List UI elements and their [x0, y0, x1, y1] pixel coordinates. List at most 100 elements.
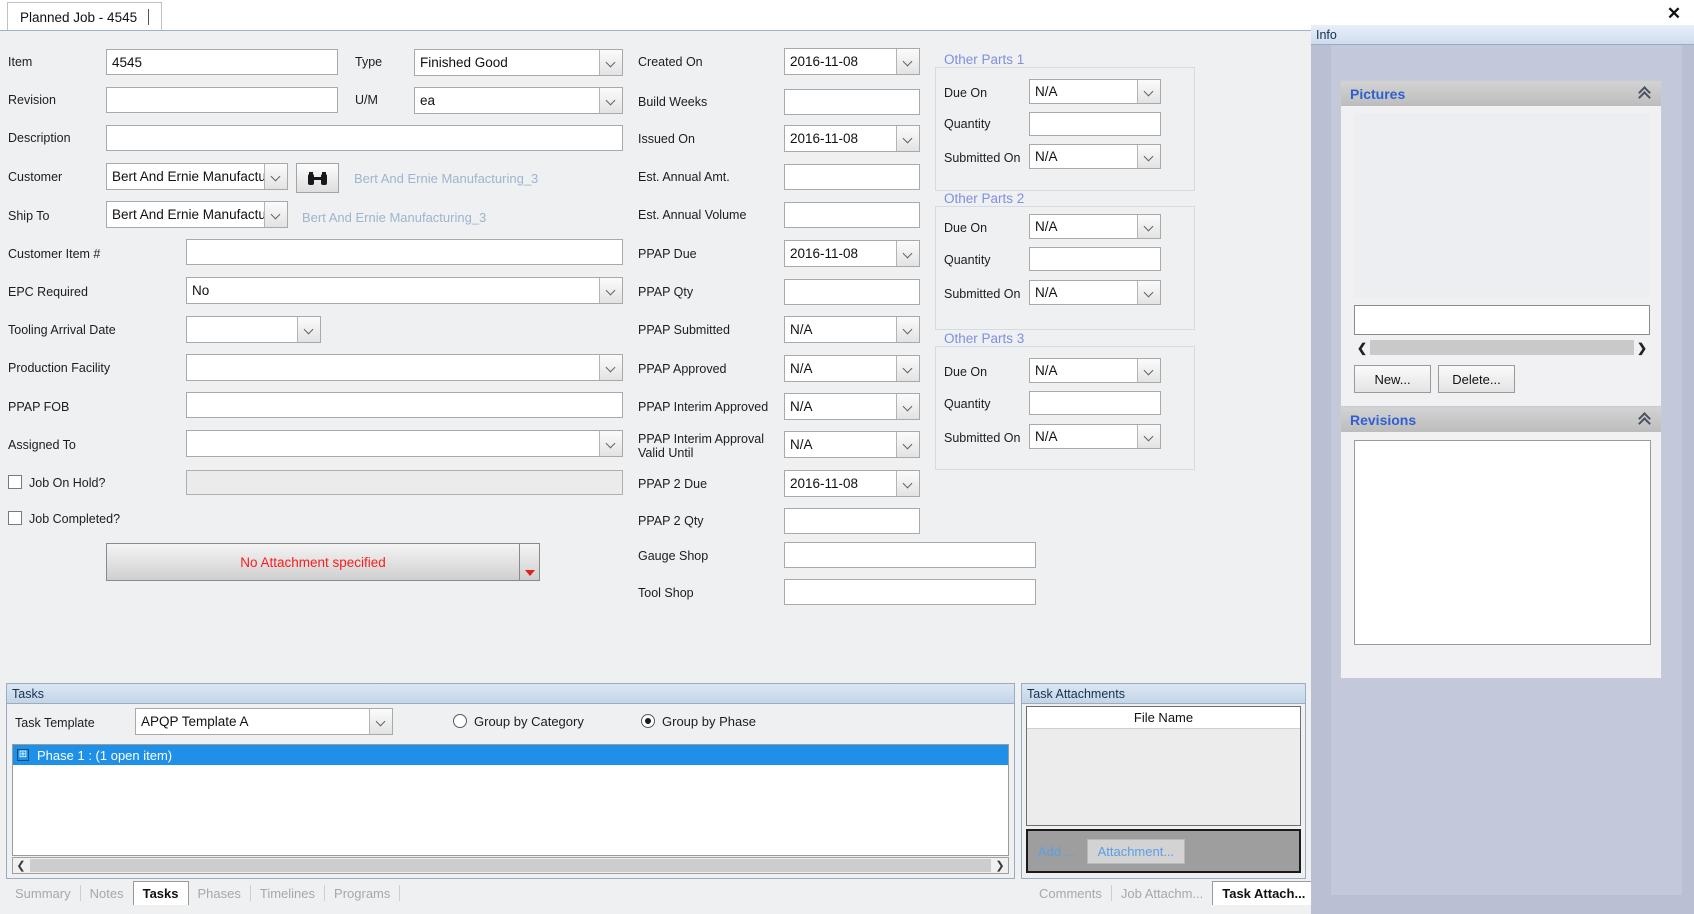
- chevron-down-icon[interactable]: [1137, 215, 1160, 238]
- est-annual-volume-input[interactable]: [784, 202, 920, 228]
- chevron-down-icon[interactable]: [264, 202, 287, 227]
- ppap-submitted-combo[interactable]: N/A: [784, 316, 920, 343]
- info-tab[interactable]: Info: [1311, 25, 1694, 45]
- op1-due-on-combo[interactable]: N/A: [1029, 79, 1161, 104]
- um-combo[interactable]: ea: [414, 87, 623, 114]
- ppap-fob-input[interactable]: [186, 392, 623, 418]
- op1-submitted-on-combo[interactable]: N/A: [1029, 144, 1161, 169]
- scroll-thumb[interactable]: [30, 859, 991, 872]
- tab-tasks[interactable]: Tasks: [132, 881, 189, 905]
- op1-quantity-input[interactable]: [1029, 112, 1161, 136]
- tool-shop-input[interactable]: [784, 579, 1036, 605]
- chevron-up-double-icon[interactable]: [1639, 88, 1652, 99]
- tasks-tree[interactable]: ⊞ Phase 1 : (1 open item): [12, 744, 1009, 856]
- tab-task-attachments[interactable]: Task Attach...: [1212, 881, 1316, 905]
- chevron-down-icon[interactable]: [896, 394, 919, 419]
- attachment-dropdown-button[interactable]: [520, 543, 540, 581]
- chevron-down-icon[interactable]: [896, 49, 919, 74]
- customer-search-button[interactable]: [296, 163, 339, 193]
- scroll-left-icon[interactable]: ❮: [1354, 341, 1370, 355]
- scroll-thumb[interactable]: [1370, 340, 1634, 355]
- radio-group-by-category[interactable]: [453, 714, 467, 728]
- chevron-down-icon[interactable]: [896, 317, 919, 342]
- tree-row-phase-1[interactable]: ⊞ Phase 1 : (1 open item): [13, 745, 1008, 765]
- document-tab-planned-job[interactable]: Planned Job - 4545: [7, 2, 163, 31]
- assigned-to-combo[interactable]: [186, 430, 623, 457]
- chevron-down-icon[interactable]: [1137, 281, 1160, 304]
- chevron-down-icon[interactable]: [1137, 80, 1160, 103]
- job-on-hold-note[interactable]: [186, 470, 623, 495]
- ppap-qty-input[interactable]: [784, 279, 920, 305]
- item-input[interactable]: 4545: [106, 49, 338, 75]
- attachment-status[interactable]: No Attachment specified: [106, 543, 520, 581]
- revision-input[interactable]: [106, 87, 338, 113]
- tasks-horizontal-scrollbar[interactable]: ❮ ❯: [12, 857, 1009, 874]
- tooling-arrival-date-combo[interactable]: [186, 316, 321, 343]
- tab-programs[interactable]: Programs: [325, 881, 399, 905]
- add-attachment-button[interactable]: Attachment...: [1086, 838, 1186, 864]
- issued-on-combo[interactable]: 2016-11-08: [784, 125, 920, 152]
- chevron-down-icon[interactable]: [369, 709, 392, 734]
- picture-delete-button[interactable]: Delete...: [1438, 365, 1515, 393]
- op2-due-on-combo[interactable]: N/A: [1029, 214, 1161, 239]
- scroll-right-icon[interactable]: ❯: [992, 859, 1008, 872]
- scroll-right-icon[interactable]: ❯: [1634, 341, 1650, 355]
- job-on-hold-checkbox[interactable]: [8, 475, 22, 489]
- chevron-down-icon[interactable]: [1137, 425, 1160, 448]
- production-facility-combo[interactable]: [186, 354, 623, 381]
- expand-icon[interactable]: ⊞: [17, 749, 29, 761]
- chevron-down-icon[interactable]: [1137, 359, 1160, 382]
- chevron-down-icon[interactable]: [599, 355, 622, 380]
- radio-group-by-phase[interactable]: [641, 714, 655, 728]
- close-icon[interactable]: ✕: [1663, 3, 1685, 25]
- est-annual-amt-input[interactable]: [784, 164, 920, 190]
- gauge-shop-input[interactable]: [784, 542, 1036, 568]
- task-attachments-grid[interactable]: File Name: [1026, 706, 1301, 826]
- pictures-scrollbar[interactable]: ❮ ❯: [1354, 339, 1650, 356]
- chevron-down-icon[interactable]: [896, 471, 919, 496]
- task-template-combo[interactable]: APQP Template A: [135, 708, 393, 735]
- picture-new-button[interactable]: New...: [1354, 365, 1431, 393]
- pictures-header[interactable]: Pictures: [1341, 81, 1661, 106]
- chevron-down-icon[interactable]: [1137, 145, 1160, 168]
- ppap-2-qty-input[interactable]: [784, 508, 920, 534]
- build-weeks-input[interactable]: [784, 89, 920, 115]
- chevron-down-icon[interactable]: [896, 126, 919, 151]
- tab-phases[interactable]: Phases: [189, 881, 250, 905]
- chevron-down-icon[interactable]: [599, 88, 622, 113]
- ppap-interim-approved-combo[interactable]: N/A: [784, 393, 920, 420]
- chevron-down-icon[interactable]: [297, 317, 320, 342]
- chevron-down-icon[interactable]: [896, 356, 919, 381]
- ship-to-combo[interactable]: Bert And Ernie Manufacturi: [106, 201, 288, 228]
- chevron-down-icon[interactable]: [264, 164, 287, 189]
- created-on-combo[interactable]: 2016-11-08: [784, 48, 920, 75]
- description-input[interactable]: [106, 125, 623, 151]
- op2-submitted-on-combo[interactable]: N/A: [1029, 280, 1161, 305]
- ppap-due-combo[interactable]: 2016-11-08: [784, 240, 920, 267]
- ppap-interim-valid-until-combo[interactable]: N/A: [784, 431, 920, 458]
- chevron-down-icon[interactable]: [599, 278, 622, 303]
- op2-quantity-input[interactable]: [1029, 247, 1161, 271]
- tab-summary[interactable]: Summary: [6, 881, 80, 905]
- tab-notes[interactable]: Notes: [81, 881, 133, 905]
- chevron-up-double-icon[interactable]: [1639, 414, 1652, 425]
- revisions-list[interactable]: [1354, 440, 1651, 645]
- op3-quantity-input[interactable]: [1029, 391, 1161, 415]
- chevron-down-icon[interactable]: [896, 432, 919, 457]
- tab-job-attachments[interactable]: Job Attachm...: [1112, 881, 1212, 905]
- chevron-down-icon[interactable]: [599, 50, 622, 75]
- op3-due-on-combo[interactable]: N/A: [1029, 358, 1161, 383]
- type-combo[interactable]: Finished Good: [414, 49, 623, 76]
- tab-timelines[interactable]: Timelines: [251, 881, 324, 905]
- job-completed-checkbox[interactable]: [8, 511, 22, 525]
- ppap-approved-combo[interactable]: N/A: [784, 355, 920, 382]
- tab-comments[interactable]: Comments: [1030, 881, 1111, 905]
- epc-required-combo[interactable]: No: [186, 277, 623, 304]
- attachment-bar[interactable]: No Attachment specified: [106, 543, 540, 581]
- chevron-down-icon[interactable]: [599, 431, 622, 456]
- op3-submitted-on-combo[interactable]: N/A: [1029, 424, 1161, 449]
- chevron-down-icon[interactable]: [896, 241, 919, 266]
- customer-combo[interactable]: Bert And Ernie Manufacturi: [106, 163, 288, 190]
- picture-caption-input[interactable]: [1354, 305, 1650, 335]
- scroll-left-icon[interactable]: ❮: [13, 859, 29, 872]
